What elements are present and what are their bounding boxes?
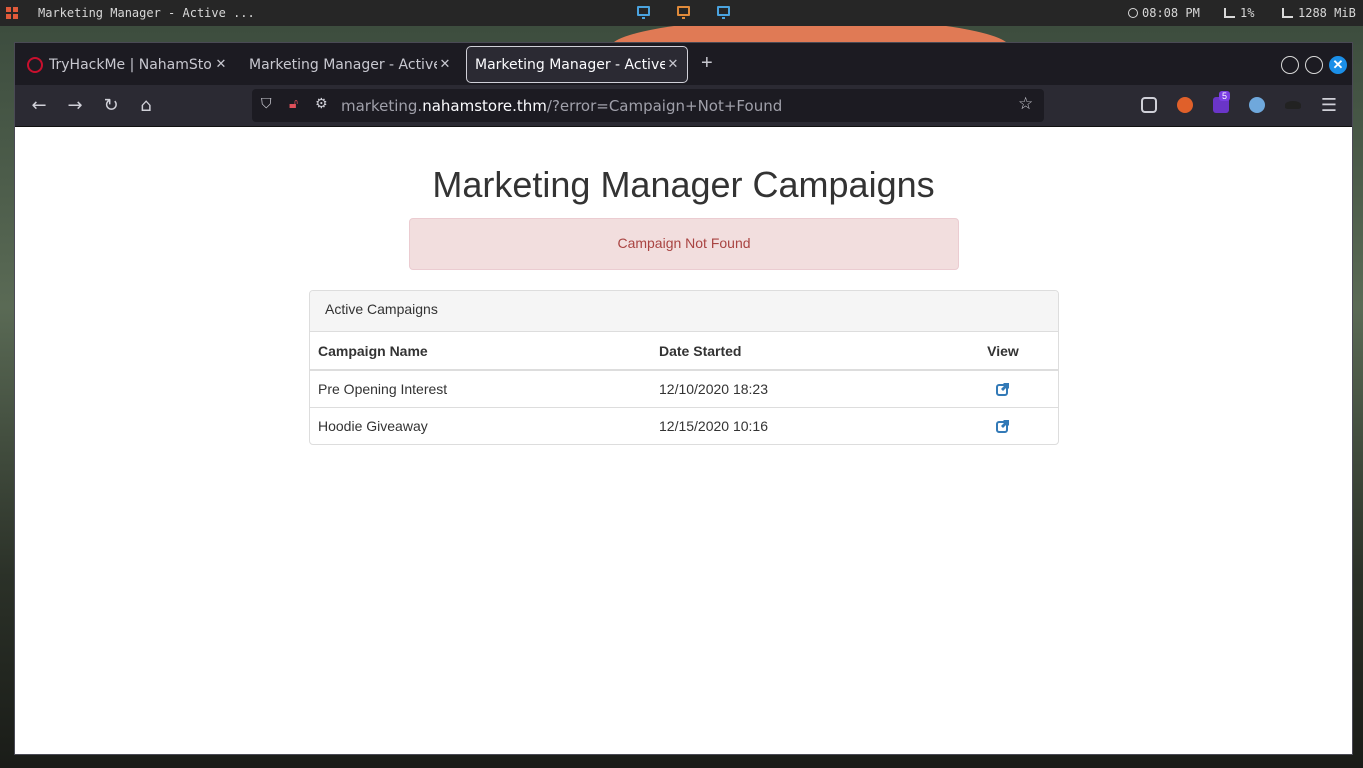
navigation-toolbar: ← → ↻ ⌂ ⛉ 🔓︎ ⚙ marketing.nahamstore.thm/… [15, 85, 1352, 127]
campaigns-table: Campaign Name Date Started View Pre Open… [310, 332, 1058, 444]
extension-badge: 5 [1219, 91, 1231, 101]
cpu-chart-icon [1224, 8, 1235, 18]
campaign-name-cell: Hoodie Giveaway [310, 406, 651, 444]
external-link-icon[interactable] [996, 419, 1010, 433]
header-view: View [948, 332, 1058, 371]
close-window-button[interactable]: ✕ [1329, 56, 1347, 74]
tab-bar: TryHackMe | NahamStore ✕ Marketing Manag… [15, 43, 1352, 85]
url-text[interactable]: marketing.nahamstore.thm/?error=Campaign… [341, 97, 782, 115]
tryhackme-favicon-icon [27, 56, 43, 73]
header-campaign-name: Campaign Name [310, 332, 651, 371]
campaigns-panel: Active Campaigns Campaign Name Date Star… [309, 290, 1059, 445]
web-page: Marketing Manager Campaigns Campaign Not… [15, 128, 1352, 754]
bookmark-star-icon[interactable]: ☆ [1018, 94, 1033, 114]
clock-icon [1128, 8, 1138, 18]
view-cell [948, 369, 1058, 407]
tab-close-icon[interactable]: ✕ [213, 57, 229, 72]
hat-extension-icon[interactable] [1285, 101, 1301, 109]
tab-marketing-manager-active[interactable]: Marketing Manager - Active ✕ [466, 46, 688, 83]
foxyproxy-extension-icon[interactable] [1177, 97, 1193, 113]
browser-window: TryHackMe | NahamStore ✕ Marketing Manag… [14, 42, 1353, 755]
active-window-title: Marketing Manager - Active ... [38, 6, 255, 20]
home-icon[interactable]: ⌂ [136, 96, 156, 116]
memory-widget: 1288 MiB [1282, 6, 1356, 20]
page-title: Marketing Manager Campaigns [432, 164, 935, 205]
tab-tryhackme[interactable]: TryHackMe | NahamStore ✕ [19, 46, 235, 83]
insecure-lock-icon[interactable]: 🔓︎ [289, 96, 298, 112]
campaign-name-cell: Pre Opening Interest [310, 369, 651, 407]
tab-label: Marketing Manager - Active [475, 56, 665, 73]
workspace-2-icon[interactable] [677, 6, 690, 19]
url-subdomain: marketing. [341, 97, 423, 115]
back-arrow-icon[interactable]: ← [29, 96, 49, 116]
permissions-icon[interactable]: ⚙ [315, 96, 328, 112]
memory-text: 1288 MiB [1298, 6, 1356, 20]
reload-icon[interactable]: ↻ [101, 96, 121, 116]
tab-close-icon[interactable]: ✕ [437, 57, 453, 72]
table-row: Pre Opening Interest 12/10/2020 18:23 [310, 369, 1058, 407]
workspace-1-icon[interactable] [637, 6, 650, 19]
url-bar[interactable]: ⛉ 🔓︎ ⚙ marketing.nahamstore.thm/?error=C… [252, 89, 1044, 122]
cpu-text: 1% [1240, 6, 1255, 20]
pocket-icon[interactable] [1141, 97, 1157, 113]
wappalyzer-extension-icon[interactable] [1249, 97, 1265, 113]
view-cell [948, 406, 1058, 444]
url-path: /?error=Campaign+Not+Found [546, 97, 783, 115]
new-tab-button[interactable]: + [701, 53, 713, 73]
shield-icon[interactable]: ⛉ [261, 96, 272, 112]
minimize-button[interactable] [1281, 56, 1299, 74]
hamburger-menu-icon[interactable]: ☰ [1319, 96, 1339, 116]
table-row: Hoodie Giveaway 12/15/2020 10:16 [310, 406, 1058, 444]
table-header-row: Campaign Name Date Started View [310, 332, 1058, 371]
tab-close-icon[interactable]: ✕ [665, 57, 681, 72]
cpu-widget: 1% [1224, 6, 1254, 20]
maximize-button[interactable] [1305, 56, 1323, 74]
header-date-started: Date Started [651, 332, 948, 371]
memory-chart-icon [1282, 8, 1293, 18]
tab-label: Marketing Manager - Active [249, 56, 437, 73]
clock-text: 08:08 PM [1142, 6, 1200, 20]
date-started-cell: 12/15/2020 10:16 [651, 406, 948, 444]
forward-arrow-icon[interactable]: → [65, 96, 85, 116]
panel-heading: Active Campaigns [310, 291, 1058, 332]
clock-widget: 08:08 PM [1128, 6, 1200, 20]
system-top-bar: Marketing Manager - Active ... 08:08 PM … [0, 0, 1363, 26]
app-menu-icon[interactable] [6, 7, 18, 19]
tab-label: TryHackMe | NahamStore [49, 56, 213, 73]
external-link-icon[interactable] [996, 382, 1010, 396]
url-domain: nahamstore.thm [422, 97, 547, 115]
date-started-cell: 12/10/2020 18:23 [651, 369, 948, 407]
tab-marketing-manager-1[interactable]: Marketing Manager - Active ✕ [241, 46, 459, 83]
workspace-3-icon[interactable] [717, 6, 730, 19]
error-alert: Campaign Not Found [409, 218, 959, 270]
